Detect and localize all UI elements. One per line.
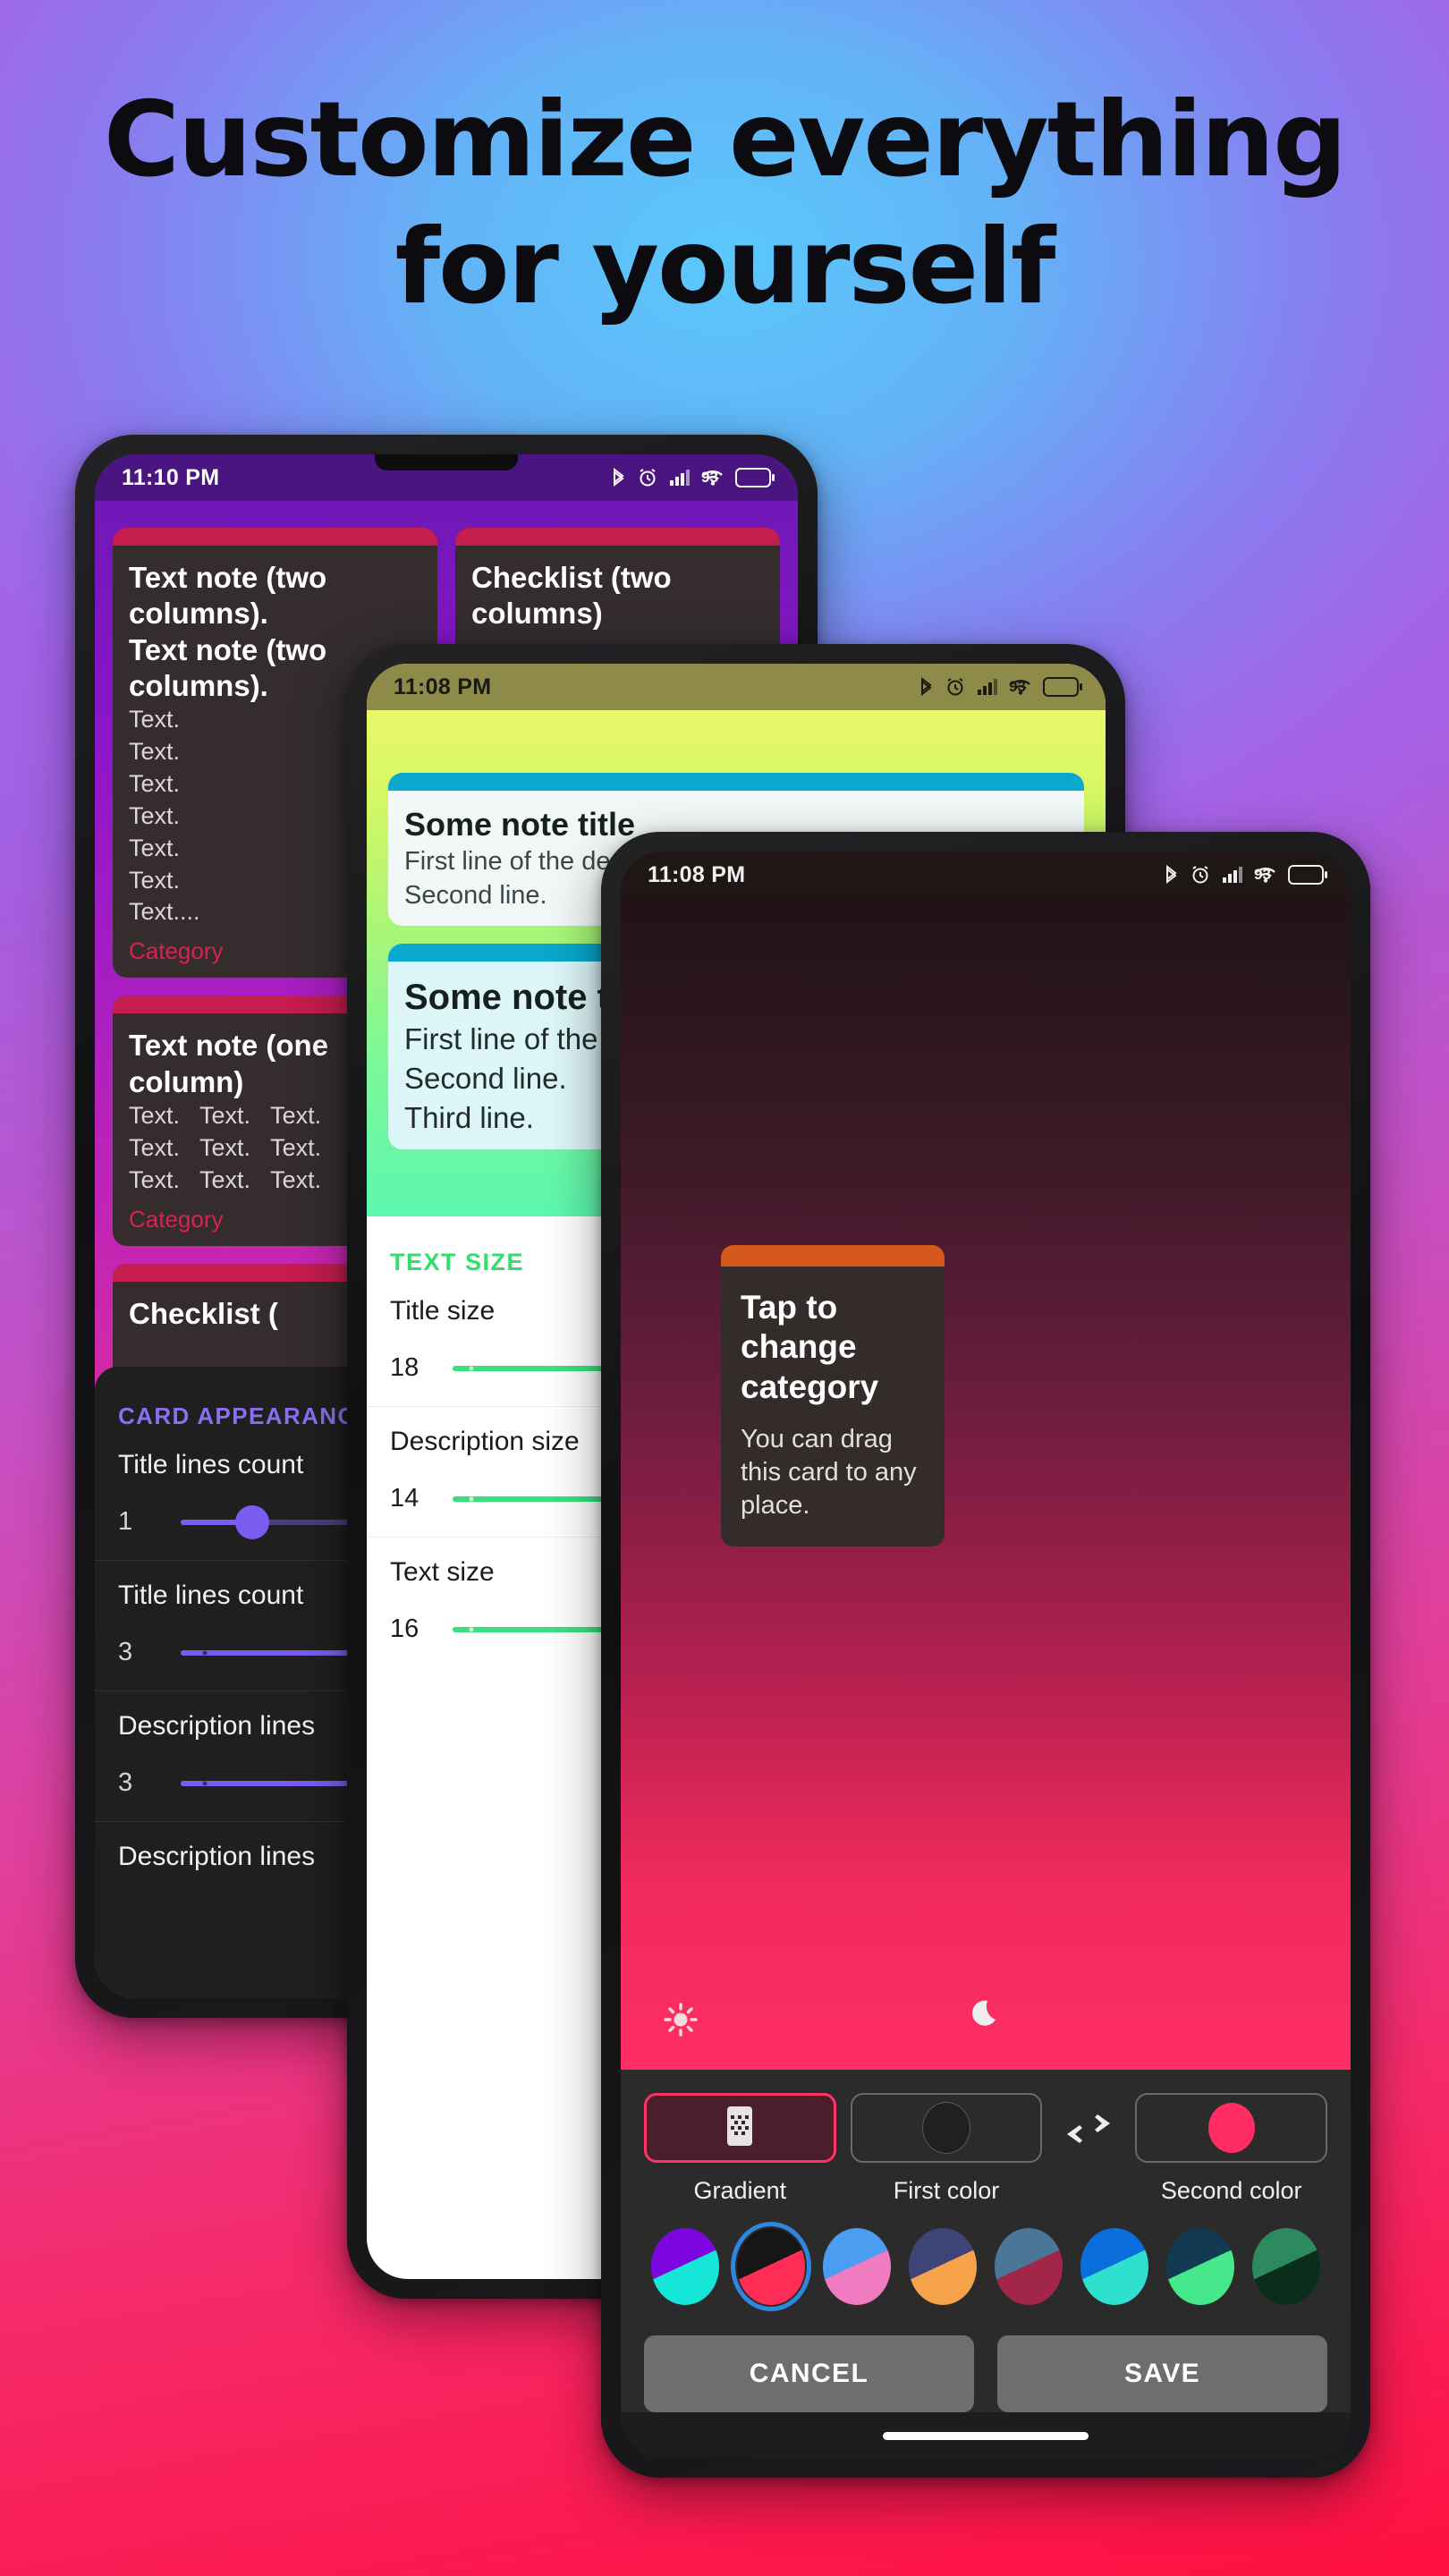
signal-icon (977, 678, 998, 696)
setting-value: 3 (118, 1768, 133, 1797)
alarm-icon (945, 677, 965, 697)
status-clock: 11:08 PM (394, 674, 492, 699)
gradient-label: Gradient (693, 2177, 787, 2204)
second-color-label: Second color (1160, 2177, 1302, 2204)
second-color-button[interactable] (1135, 2093, 1328, 2163)
bluetooth-icon (611, 467, 626, 488)
note-title: Checklist (two columns) (471, 561, 672, 631)
status-clock: 11:08 PM (648, 861, 746, 887)
alarm-icon (1191, 865, 1210, 885)
cancel-button[interactable]: CANCEL (644, 2335, 974, 2412)
gradient-swatch[interactable] (651, 2228, 719, 2305)
signal-icon (669, 469, 691, 487)
battery-icon: 93 (1009, 677, 1082, 697)
first-color-picker[interactable]: First color (850, 2093, 1043, 2205)
gradient-swatch[interactable] (1166, 2228, 1234, 2305)
battery-level: 93 (701, 469, 718, 486)
color-picker-row: Gradient First color Second color (644, 2093, 1328, 2205)
setting-value: 3 (118, 1638, 133, 1666)
battery-icon: 93 (701, 468, 775, 487)
phone-3-color-panel: Gradient First color Second color CANCEL… (621, 2070, 1351, 2412)
headline-line-2: for yourself (394, 206, 1056, 327)
battery-level: 93 (1254, 866, 1271, 883)
gradient-checker-icon (722, 2105, 758, 2152)
setting-value: 1 (118, 1507, 133, 1536)
alarm-icon (638, 468, 657, 487)
signal-icon (1222, 866, 1243, 884)
gradient-swatch[interactable] (1252, 2228, 1320, 2305)
home-indicator (883, 2432, 1089, 2440)
first-color-label: First color (893, 2177, 1000, 2204)
gradient-swatch-selected[interactable] (731, 2222, 811, 2311)
second-color-picker[interactable]: Second color (1135, 2093, 1328, 2205)
gradient-swatch[interactable] (995, 2228, 1063, 2305)
slider-knob[interactable] (234, 1504, 269, 1539)
setting-value: 16 (390, 1614, 419, 1643)
phone-2-status-bar: 11:08 PM 93 (367, 664, 1106, 710)
gradient-picker[interactable]: Gradient (644, 2093, 836, 2205)
headline-line-1: Customize everything (103, 80, 1347, 200)
page-title: Customize everything for yourself (0, 77, 1449, 330)
phone-3-screen: 11:08 PM 93 Tap to change category You c… (621, 852, 1351, 2458)
note-category-strip (113, 528, 437, 546)
gradient-swatch[interactable] (909, 2228, 977, 2305)
swap-arrows-icon (1064, 2111, 1113, 2151)
gradient-swatch[interactable] (1080, 2228, 1148, 2305)
gradient-button[interactable] (644, 2093, 836, 2163)
preview-note-card[interactable]: Tap to change category You can drag this… (721, 1245, 945, 1546)
note-category-strip (388, 773, 1084, 791)
note-category-strip (721, 1245, 945, 1267)
swap-colors-button[interactable] (1056, 2093, 1121, 2151)
first-color-button[interactable] (850, 2093, 1043, 2163)
note-description: You can drag this card to any place. (741, 1425, 917, 1521)
note-category-strip (455, 528, 780, 546)
phone-3-status-bar: 11:08 PM 93 (621, 852, 1351, 898)
bluetooth-icon (1164, 864, 1179, 886)
dialog-actions: CANCEL SAVE (644, 2305, 1327, 2412)
phone-3-gradient-preview: Tap to change category You can drag this… (621, 898, 1351, 2070)
phone-1-notch (375, 454, 518, 470)
first-color-swatch (922, 2102, 970, 2154)
second-color-swatch (1208, 2103, 1255, 2153)
battery-level: 93 (1009, 678, 1026, 695)
note-title: Tap to change category (741, 1289, 879, 1405)
setting-value: 18 (390, 1353, 419, 1382)
bluetooth-icon (919, 676, 934, 698)
battery-icon: 93 (1254, 865, 1327, 885)
status-clock: 11:10 PM (122, 464, 220, 490)
setting-value: 14 (390, 1484, 419, 1513)
phone-mockup-3: 11:08 PM 93 Tap to change category You c… (601, 832, 1370, 2478)
gradient-swatch-list (644, 2205, 1327, 2311)
save-button[interactable]: SAVE (997, 2335, 1327, 2412)
gradient-swatch[interactable] (823, 2228, 891, 2305)
sun-icon[interactable] (662, 2001, 699, 2043)
moon-icon[interactable] (966, 1996, 1005, 2039)
